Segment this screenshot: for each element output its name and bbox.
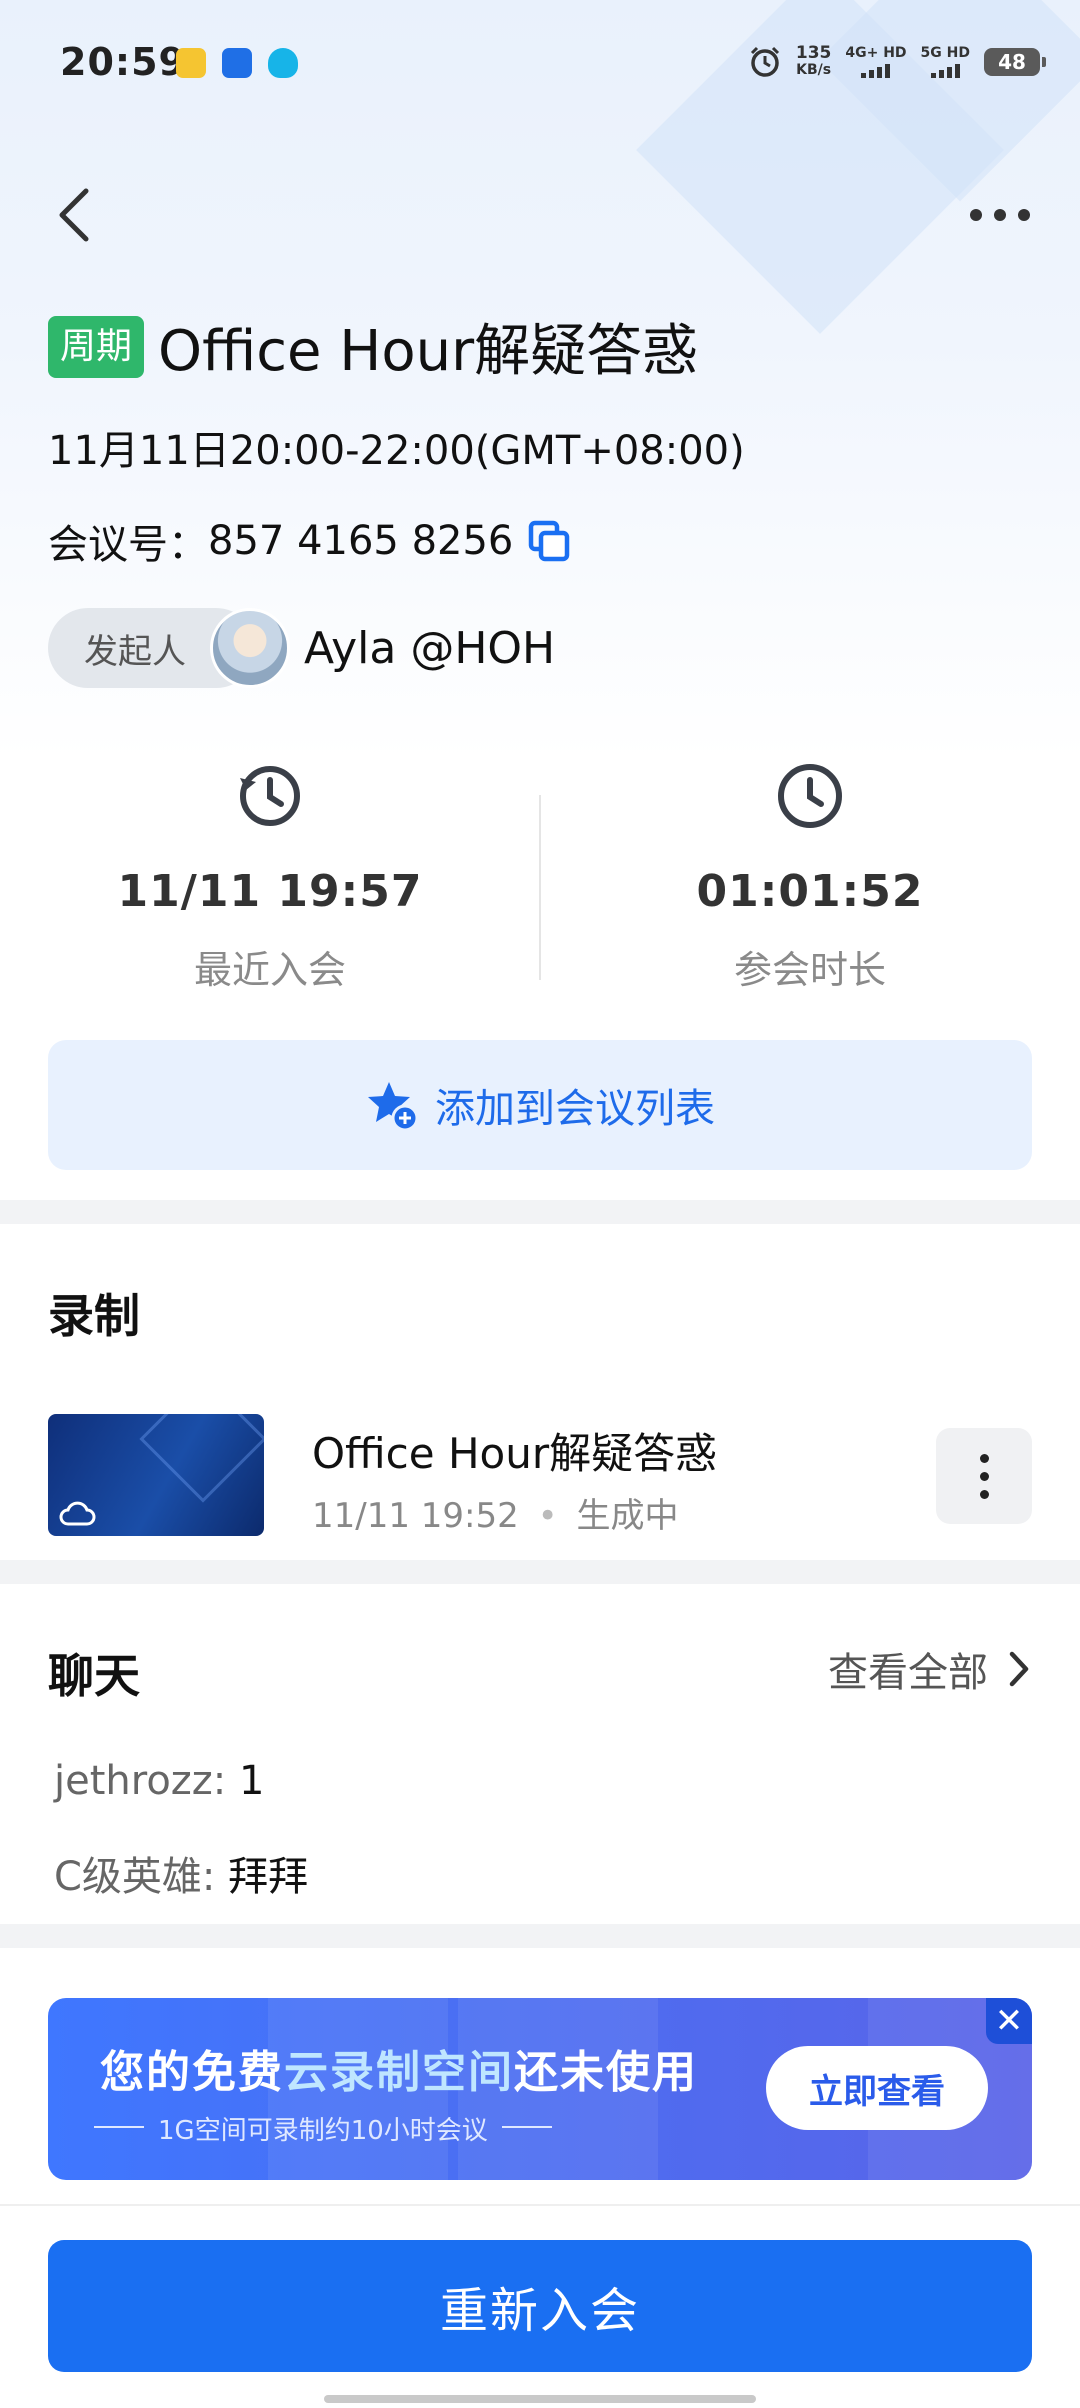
recording-time: 11/11 19:52	[312, 1496, 519, 1536]
chat-message: jethrozz: 1	[54, 1758, 264, 1804]
more-dot-icon	[1018, 209, 1030, 221]
section-separator	[0, 1200, 1080, 1224]
more-dot-icon	[979, 1453, 989, 1463]
more-dot-icon	[979, 1471, 989, 1481]
chat-text: 拜拜	[228, 1854, 309, 1900]
recording-status: 生成中	[576, 1496, 679, 1536]
host-row: 发起人 Ayla @HOH	[48, 608, 555, 688]
alarm-icon	[750, 46, 779, 77]
banner-title-part1: 您的免费	[100, 2047, 284, 2098]
qq-notification-icon	[268, 48, 298, 78]
network-speed: 135 KB/s	[796, 45, 832, 79]
bottom-divider	[0, 2204, 1080, 2206]
host-avatar[interactable]	[210, 608, 290, 688]
banner-close-button[interactable]: ✕	[986, 1998, 1032, 2044]
more-dot-icon	[994, 209, 1006, 221]
signal-bars-icon	[930, 62, 960, 78]
banner-title: 您的免费云录制空间还未使用	[100, 2036, 698, 2100]
app-notification-icon	[222, 48, 252, 78]
view-all-chat-link[interactable]: 查看全部	[828, 1640, 1032, 1698]
chevron-right-icon	[1009, 1651, 1029, 1687]
home-indicator[interactable]	[324, 2395, 756, 2403]
last-join-stat: 11/11 19:57 最近入会	[0, 760, 540, 994]
banner-title-highlight: 云录制空间	[284, 2047, 514, 2098]
sim2-label: 5G HD	[920, 45, 970, 61]
chat-sender: jethrozz:	[54, 1758, 227, 1804]
last-join-value: 11/11 19:57	[117, 866, 423, 917]
chat-sender: C级英雄:	[54, 1854, 216, 1900]
recording-thumbnail[interactable]	[48, 1414, 264, 1536]
view-all-label: 查看全部	[828, 1650, 988, 1696]
meeting-detail-page: 20:59 135 KB/s 4G+ HD 5G HD 48 周期 Office…	[0, 0, 1080, 2408]
recording-meta: 11/11 19:52 • 生成中	[312, 1496, 679, 1536]
battery-level: 48	[998, 50, 1026, 74]
last-join-label: 最近入会	[193, 948, 346, 992]
sim2-signal: 5G HD	[921, 46, 970, 78]
duration-label: 参会时长	[733, 948, 886, 992]
recurring-tag: 周期	[48, 315, 145, 378]
banner-title-part2: 还未使用	[514, 2047, 698, 2098]
duration-value: 01:01:52	[696, 866, 924, 917]
meeting-title: Office Hour解疑答惑	[158, 319, 699, 384]
host-name: Ayla @HOH	[304, 622, 556, 674]
meeting-id-row: 会议号： 857 4165 8256	[48, 512, 571, 570]
meeting-title-row: 周期 Office Hour解疑答惑	[48, 306, 698, 387]
add-to-meeting-list-button[interactable]: 添加到会议列表	[48, 1040, 1032, 1170]
add-to-meeting-list-label: 添加到会议列表	[435, 1086, 715, 1132]
network-speed-unit: KB/s	[796, 62, 832, 78]
status-bar: 20:59 135 KB/s 4G+ HD 5G HD 48	[0, 0, 1080, 130]
thumbnail-decoration	[139, 1414, 264, 1503]
history-icon	[240, 766, 300, 826]
meeting-datetime: 11月11日20:00-22:00(GMT+08:00)	[48, 428, 745, 474]
signal-bars-icon	[861, 62, 891, 78]
recording-section-title: 录制	[46, 1280, 140, 1348]
more-options-button[interactable]	[970, 198, 1030, 232]
sim1-signal: 4G+ HD	[845, 45, 907, 78]
chat-text: 1	[238, 1758, 265, 1804]
cloud-icon	[59, 1501, 96, 1526]
cloud-recording-banner[interactable]: 您的免费云录制空间还未使用 1G空间可录制约10小时会议 立即查看	[48, 1998, 1032, 2180]
clock-icon	[778, 764, 842, 828]
section-separator	[0, 1924, 1080, 1948]
chat-section-title: 聊天	[46, 1640, 140, 1708]
banner-view-now-button[interactable]: 立即查看	[766, 2046, 988, 2130]
star-add-icon	[368, 1082, 419, 1132]
chat-message: C级英雄: 拜拜	[54, 1844, 308, 1902]
chevron-left-icon	[59, 188, 89, 242]
rejoin-meeting-button[interactable]: 重新入会	[48, 2240, 1032, 2372]
more-dot-icon	[970, 209, 982, 221]
meeting-id-value: 857 4165 8256	[208, 518, 514, 564]
recording-title[interactable]: Office Hour解疑答惑	[312, 1420, 717, 1481]
battery-icon: 48	[984, 48, 1046, 76]
meeting-id-label: 会议号：	[48, 522, 208, 568]
network-speed-value: 135	[795, 43, 832, 63]
banner-subtitle: 1G空间可录制约10小时会议	[94, 2110, 552, 2147]
sim1-label: 4G+ HD	[845, 45, 907, 61]
back-button[interactable]	[50, 185, 100, 245]
status-time: 20:59	[60, 40, 186, 84]
host-label: 发起人	[84, 631, 186, 672]
copy-icon[interactable]	[527, 519, 571, 563]
status-indicators: 135 KB/s 4G+ HD 5G HD 48	[748, 42, 1046, 82]
more-dot-icon	[979, 1489, 989, 1499]
section-separator	[0, 1560, 1080, 1584]
app-notification-icon	[176, 48, 206, 78]
duration-stat: 01:01:52 参会时长	[540, 760, 1080, 994]
recording-more-button[interactable]	[936, 1428, 1032, 1524]
